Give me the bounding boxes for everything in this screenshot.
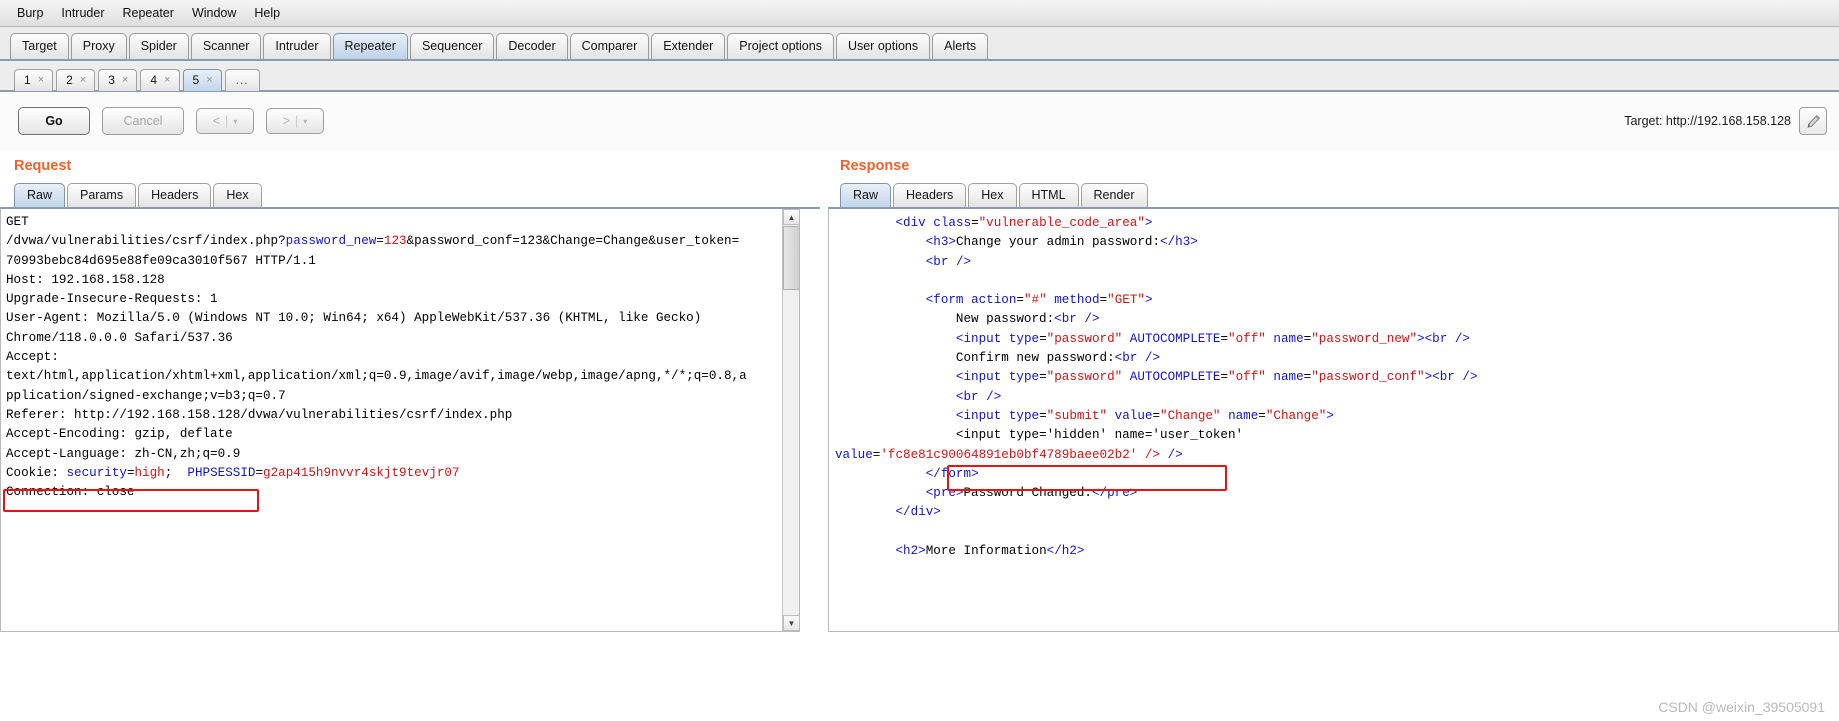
tab-intruder[interactable]: Intruder <box>263 33 331 59</box>
scroll-down-icon[interactable]: ▼ <box>783 615 799 631</box>
tab-sequencer[interactable]: Sequencer <box>409 33 495 59</box>
tab-comparer[interactable]: Comparer <box>569 33 650 59</box>
main-tab-bar: Target Proxy Spider Scanner Intruder Rep… <box>0 27 1839 61</box>
back-arrow-icon: < <box>212 114 221 128</box>
response-tab-bar: Raw Headers Hex HTML Render <box>828 183 1839 209</box>
forward-button[interactable]: > | ▾ <box>266 108 324 134</box>
response-tab-html[interactable]: HTML <box>1018 183 1079 207</box>
back-button[interactable]: < | ▾ <box>196 108 254 134</box>
tab-proxy[interactable]: Proxy <box>70 33 127 59</box>
repeater-tab-bar: 1 × 2 × 3 × 4 × 5 × ... <box>0 61 1839 92</box>
tab-decoder[interactable]: Decoder <box>496 33 568 59</box>
request-tab-hex[interactable]: Hex <box>213 183 262 207</box>
close-icon[interactable]: × <box>80 73 86 87</box>
close-icon[interactable]: × <box>38 73 44 87</box>
scrollbar-thumb[interactable] <box>783 226 799 290</box>
repeater-tab-4[interactable]: 4 × <box>140 69 180 91</box>
repeater-tab-1-label: 1 <box>24 73 31 87</box>
repeater-tab-4-label: 4 <box>150 73 158 87</box>
request-tab-bar: Raw Params Headers Hex <box>0 183 820 209</box>
response-title: Response <box>840 158 910 174</box>
menu-item-repeater[interactable]: Repeater <box>114 3 183 23</box>
divider: | <box>225 114 229 128</box>
forward-arrow-icon: > <box>282 114 291 128</box>
watermark: CSDN @weixin_39505091 <box>1658 699 1825 715</box>
menu-item-help[interactable]: Help <box>245 3 289 23</box>
close-icon[interactable]: × <box>164 73 170 87</box>
request-editor[interactable]: GET /dvwa/vulnerabilities/csrf/index.php… <box>0 209 800 632</box>
go-button[interactable]: Go <box>18 107 90 135</box>
close-icon[interactable]: × <box>122 73 128 87</box>
response-raw-text[interactable]: <div class="vulnerable_code_area"> <h3>C… <box>829 209 1838 561</box>
target-area: Target: http://192.168.158.128 <box>1624 107 1827 135</box>
request-scrollbar[interactable]: ▲ ▼ <box>782 209 799 631</box>
repeater-tab-2[interactable]: 2 × <box>56 69 96 91</box>
repeater-tab-5-label: 5 <box>192 73 200 87</box>
tab-alerts[interactable]: Alerts <box>932 33 989 59</box>
divider: | <box>295 114 299 128</box>
repeater-tab-overflow[interactable]: ... <box>224 69 260 91</box>
repeater-tab-2-label: 2 <box>66 73 73 87</box>
repeater-tab-5[interactable]: 5 × <box>182 69 222 91</box>
menu-bar: Burp Intruder Repeater Window Help <box>0 0 1839 27</box>
request-tab-headers[interactable]: Headers <box>138 183 212 207</box>
response-tab-headers[interactable]: Headers <box>893 183 967 207</box>
response-tab-raw[interactable]: Raw <box>840 183 892 207</box>
tab-target[interactable]: Target <box>10 33 69 59</box>
request-raw-text[interactable]: GET /dvwa/vulnerabilities/csrf/index.php… <box>1 209 799 502</box>
tab-user-options[interactable]: User options <box>835 33 931 59</box>
chevron-down-icon[interactable]: ▾ <box>303 117 307 126</box>
tab-project-options[interactable]: Project options <box>727 33 834 59</box>
request-title: Request <box>14 158 72 174</box>
request-panel: Request Raw Params Headers Hex GET /dvwa… <box>0 150 820 681</box>
target-label: Target: http://192.168.158.128 <box>1624 114 1791 128</box>
tab-scanner[interactable]: Scanner <box>190 33 262 59</box>
pencil-icon[interactable] <box>1799 107 1827 135</box>
tab-spider[interactable]: Spider <box>128 33 189 59</box>
response-tab-render[interactable]: Render <box>1080 183 1148 207</box>
panel-divider[interactable] <box>820 150 828 681</box>
menu-item-window[interactable]: Window <box>183 3 245 23</box>
repeater-toolbar: Go Cancel < | ▾ > | ▾ Target: http://192… <box>0 92 1839 150</box>
burp-suite-window: Burp Intruder Repeater Window Help Targe… <box>0 0 1839 721</box>
request-tab-params[interactable]: Params <box>67 183 137 207</box>
response-tab-hex[interactable]: Hex <box>968 183 1017 207</box>
repeater-tab-1[interactable]: 1 × <box>14 69 54 91</box>
response-editor[interactable]: <div class="vulnerable_code_area"> <h3>C… <box>828 209 1839 632</box>
scroll-up-icon[interactable]: ▲ <box>783 209 799 225</box>
close-icon[interactable]: × <box>206 73 212 87</box>
chevron-down-icon[interactable]: ▾ <box>233 117 237 126</box>
tab-repeater[interactable]: Repeater <box>332 33 408 59</box>
response-panel: Response Raw Headers Hex HTML Render <di… <box>828 150 1839 681</box>
request-response-panels: Request Raw Params Headers Hex GET /dvwa… <box>0 150 1839 681</box>
tab-extender[interactable]: Extender <box>651 33 726 59</box>
repeater-tab-3[interactable]: 3 × <box>98 69 138 91</box>
bottom-strip <box>0 687 1839 721</box>
request-tab-raw[interactable]: Raw <box>14 183 66 207</box>
cancel-button[interactable]: Cancel <box>102 107 184 135</box>
menu-item-intruder[interactable]: Intruder <box>52 3 113 23</box>
menu-item-burp[interactable]: Burp <box>8 3 52 23</box>
repeater-tab-3-label: 3 <box>108 73 115 87</box>
